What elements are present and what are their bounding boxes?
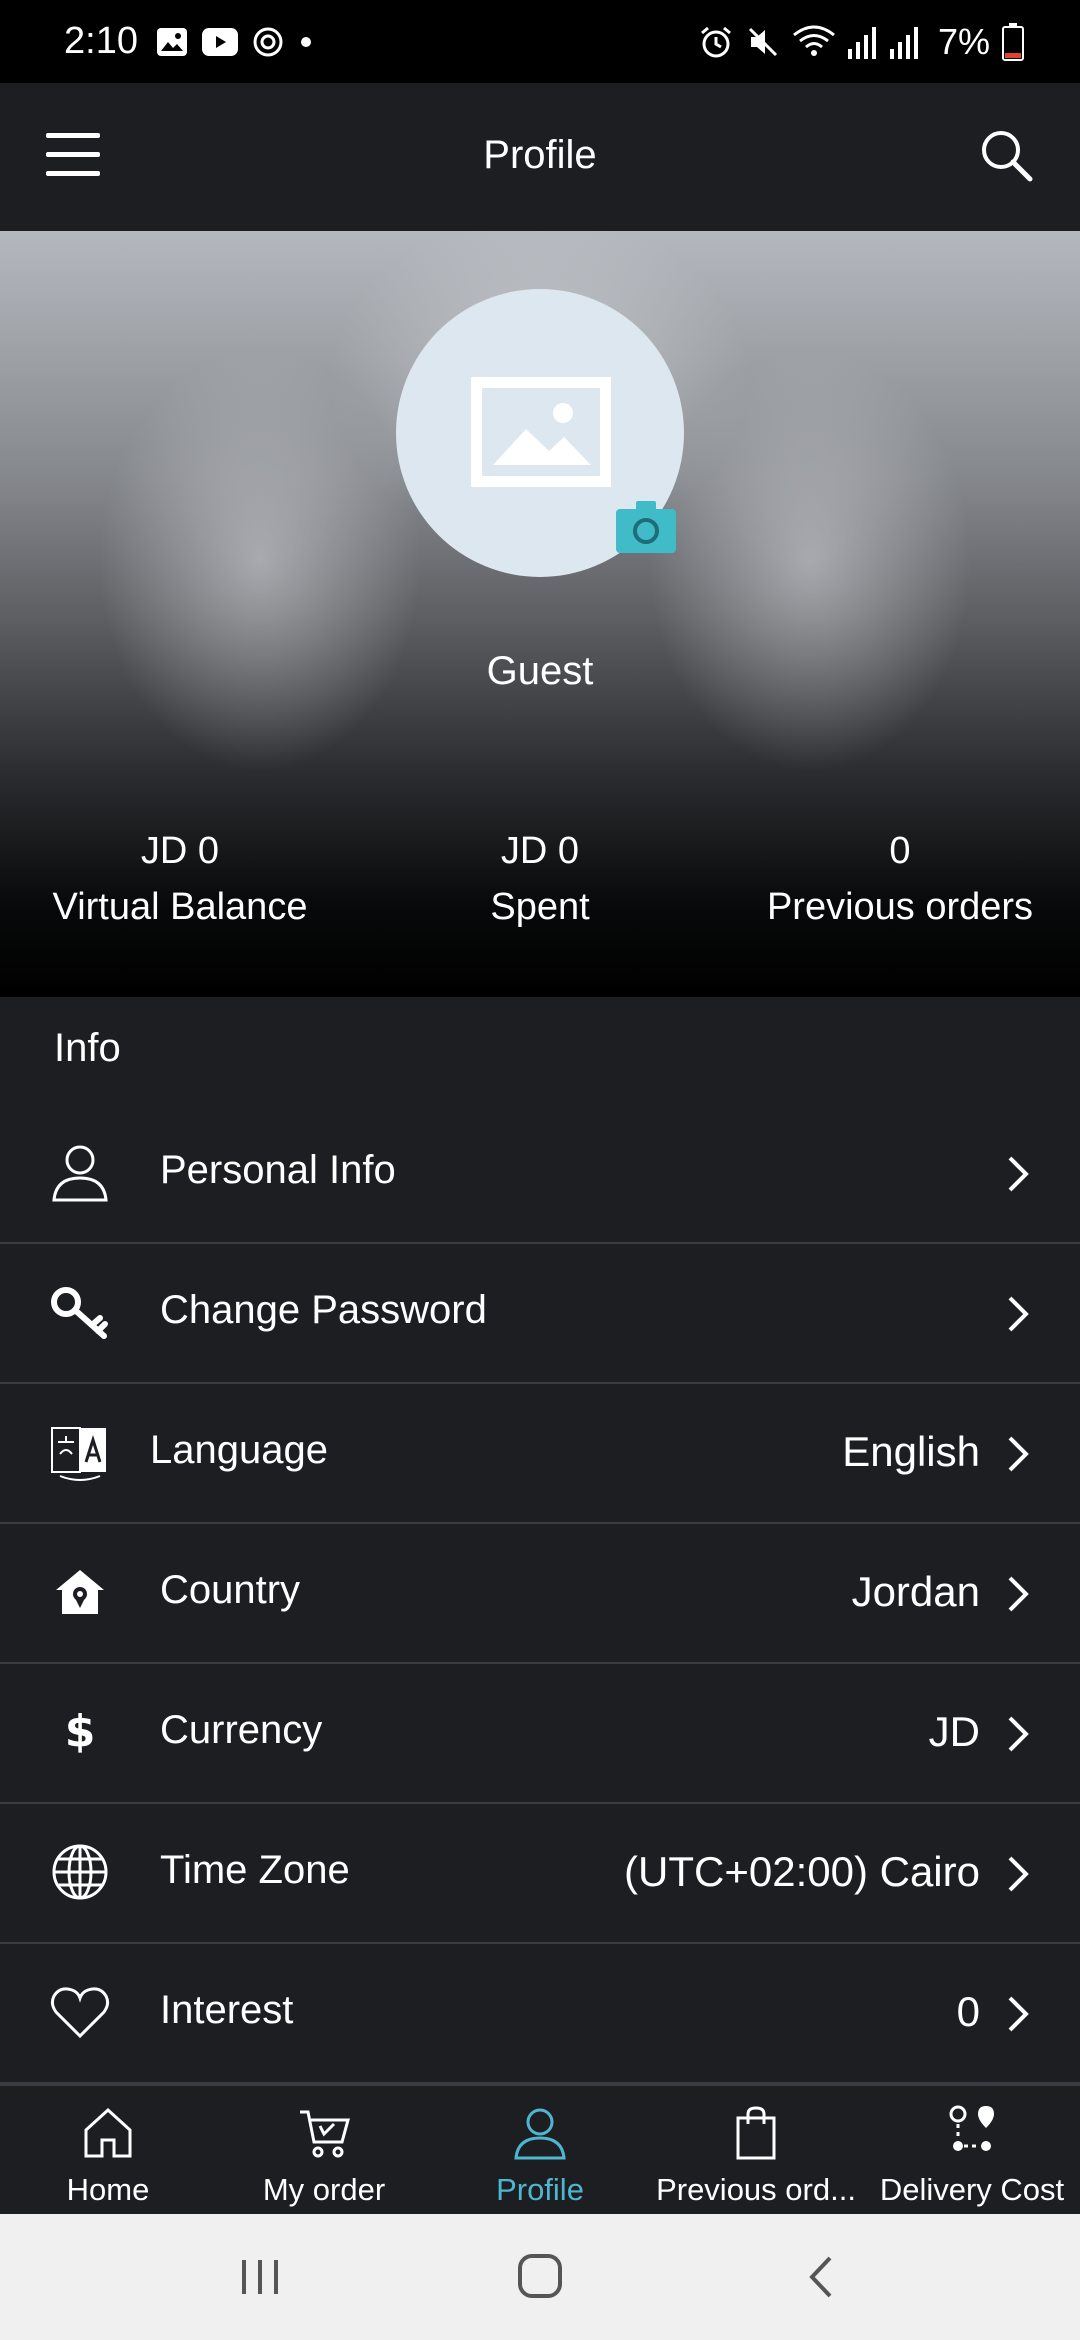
home-icon <box>84 2107 132 2158</box>
stat-value: 0 <box>889 830 911 872</box>
bottom-nav: Home My order Profile Previous ord... De… <box>0 2084 1080 2214</box>
image-icon <box>157 28 187 56</box>
status-right: 7% <box>698 21 1024 62</box>
row-label: Currency <box>160 1708 323 1752</box>
stat-spent: JD 0 Spent <box>360 823 720 935</box>
row-value: JD <box>928 1708 980 1755</box>
chevron-right-icon <box>1008 1156 1029 1192</box>
heart-icon <box>50 1987 110 2039</box>
person-icon <box>52 1145 108 1202</box>
nav-previous-orders[interactable]: Previous ord... <box>648 2086 864 2216</box>
row-interest[interactable]: Interest 0 <box>0 1944 1080 2084</box>
section-title-info: Info <box>54 1026 121 1070</box>
nav-label: Previous ord... <box>656 2172 856 2207</box>
row-value: English <box>842 1428 980 1475</box>
wifi-icon <box>793 25 835 56</box>
back-icon[interactable] <box>792 2252 852 2302</box>
chevron-right-icon <box>1008 1296 1029 1332</box>
status-left-icons <box>156 24 314 60</box>
battery-icon <box>1002 23 1024 61</box>
chevron-right-icon <box>1008 1436 1029 1472</box>
nav-my-order[interactable]: My order <box>216 2086 432 2216</box>
profile-stats: JD 0 Virtual Balance JD 0 Spent 0 Previo… <box>0 823 1080 935</box>
profile-header: Guest JD 0 Virtual Balance JD 0 Spent 0 … <box>0 231 1080 997</box>
row-personal-info[interactable]: Personal Info <box>0 1104 1080 1244</box>
row-label: Country <box>160 1568 301 1612</box>
status-time: 2:10 <box>64 20 138 62</box>
chevron-right-icon <box>1008 1576 1029 1612</box>
row-value: Jordan <box>851 1568 980 1615</box>
search-icon[interactable] <box>978 127 1034 183</box>
key-icon <box>51 1287 108 1339</box>
system-nav-bar <box>0 2214 1080 2340</box>
row-value: (UTC+02:00) Cairo <box>624 1848 980 1895</box>
nav-label: Delivery Cost <box>879 2172 1065 2207</box>
row-value: 0 <box>956 1988 980 2035</box>
row-time-zone[interactable]: Time Zone (UTC+02:00) Cairo <box>0 1804 1080 1944</box>
chevron-right-icon <box>1008 1716 1029 1752</box>
image-placeholder-icon <box>471 377 611 487</box>
profile-icon <box>514 2108 566 2160</box>
route-icon <box>949 2105 994 2151</box>
row-currency[interactable]: $ Currency JD <box>0 1664 1080 1804</box>
row-label: Change Password <box>160 1288 487 1332</box>
page-title: Profile <box>483 133 597 177</box>
chevron-right-icon <box>1008 1996 1029 2032</box>
cart-icon <box>300 2110 350 2158</box>
camera-icon[interactable] <box>616 501 676 553</box>
app-bar: Profile <box>0 83 1080 231</box>
globe-icon <box>52 1844 108 1900</box>
stat-virtual-balance: JD 0 Virtual Balance <box>0 823 360 935</box>
translate-icon <box>51 1427 106 1481</box>
status-bar: 2:10 7% <box>0 0 1080 83</box>
signal-icon <box>847 27 876 59</box>
nav-label: My order <box>262 2172 386 2207</box>
youtube-icon <box>202 28 238 56</box>
nav-label: Profile <box>496 2172 584 2207</box>
stat-value: JD 0 <box>500 830 580 872</box>
signal-icon <box>889 27 918 59</box>
row-label: Interest <box>160 1988 294 2032</box>
nav-profile[interactable]: Profile <box>432 2086 648 2216</box>
stat-label: Virtual Balance <box>52 886 308 928</box>
alarm-icon <box>701 26 731 58</box>
row-label: Personal Info <box>160 1148 396 1192</box>
nav-delivery-cost[interactable]: Delivery Cost <box>864 2086 1080 2216</box>
recents-icon[interactable] <box>230 2252 290 2302</box>
sync-icon <box>253 27 283 57</box>
nav-label: Home <box>66 2172 150 2207</box>
stat-previous-orders: 0 Previous orders <box>720 823 1080 935</box>
row-change-password[interactable]: Change Password <box>0 1244 1080 1384</box>
nav-home[interactable]: Home <box>0 2086 216 2216</box>
svg-text:$: $ <box>65 1706 96 1757</box>
row-label: Time Zone <box>160 1848 350 1892</box>
bag-icon <box>736 2106 776 2160</box>
home-location-icon <box>56 1570 104 1614</box>
battery-percent: 7% <box>937 21 990 62</box>
stat-label: Spent <box>490 886 590 928</box>
chevron-right-icon <box>1008 1856 1029 1892</box>
dollar-icon: $ <box>65 1706 96 1757</box>
row-country[interactable]: Country Jordan <box>0 1524 1080 1664</box>
stat-label: Previous orders <box>766 886 1034 928</box>
row-language[interactable]: Language English <box>0 1384 1080 1524</box>
stat-value: JD 0 <box>140 830 220 872</box>
profile-name: Guest <box>486 649 594 693</box>
mute-icon <box>748 27 778 57</box>
home-square-icon[interactable] <box>510 2252 570 2302</box>
dot-icon <box>301 37 311 47</box>
row-label: Language <box>150 1428 328 1472</box>
